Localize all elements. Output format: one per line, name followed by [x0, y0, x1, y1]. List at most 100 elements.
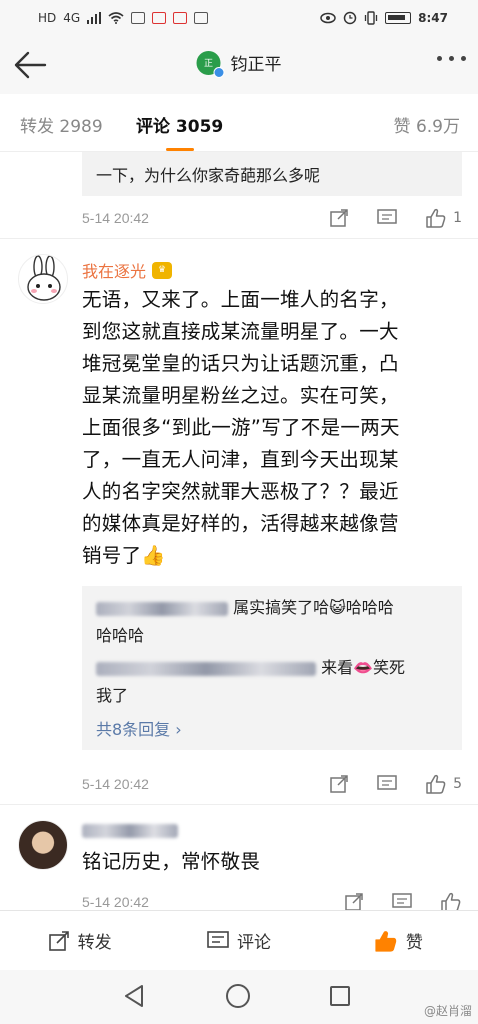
- arrow-left-icon: [14, 51, 47, 79]
- sub-reply-tail: 哈哈哈: [96, 626, 145, 645]
- calendar-notify-icon: [152, 12, 167, 24]
- comment-text: 无语，又来了。上面一堆人的名字， 到您这就直接成某流量明星了。一大 堆冠冕堂皇的…: [82, 284, 466, 572]
- hd-indicator: HD: [38, 11, 57, 25]
- more-dot: [437, 56, 442, 61]
- sub-reply-continuation: 哈哈哈: [96, 622, 448, 650]
- status-left: HD 4G: [38, 11, 209, 25]
- comment-icon: [392, 893, 412, 908]
- battery-icon: [385, 12, 412, 24]
- signal-indicator: 4G: [63, 11, 81, 25]
- like-count: 1: [453, 210, 462, 226]
- more-button[interactable]: [437, 56, 466, 61]
- comment-time: 5-14 20:42: [82, 210, 149, 226]
- divider: [0, 804, 478, 805]
- alarm-icon: [343, 11, 357, 25]
- blurred-username: [82, 824, 178, 838]
- nav-home-icon[interactable]: [226, 984, 250, 1008]
- like-button[interactable]: 赞: [319, 911, 478, 970]
- vibrate-icon: [364, 11, 378, 25]
- comment-line: 堆冠冕堂皇的话只为让话题沉重，凸: [82, 352, 399, 375]
- comment-line: 销号了👍: [82, 544, 166, 567]
- media-notify-icon: [173, 12, 188, 24]
- status-right: 8:47: [320, 11, 448, 25]
- comment-line: 铭记历史，常怀敬畏: [82, 850, 261, 873]
- tab-bar: 转发 2989 评论 3059 赞 6.9万: [0, 94, 478, 152]
- repost-label: 转发: [77, 933, 112, 953]
- share-icon: [345, 893, 363, 910]
- translate-notify-icon: [194, 12, 209, 24]
- like-label: 赞: [405, 933, 423, 953]
- share-icon: [330, 775, 348, 793]
- nav-back-icon[interactable]: [122, 984, 146, 1008]
- crown-badge-icon: ♛: [152, 261, 173, 279]
- app-notify-icon: [131, 12, 146, 24]
- nav-recents-icon[interactable]: [330, 986, 350, 1006]
- signal-bars-icon: [87, 12, 102, 24]
- comment-list: 一下，为什么你家奇葩那么多呢 5-14 20:42 1 我在逐光 ♛ 无语，又来…: [0, 152, 478, 910]
- comment-time: 5-14 20:42: [82, 894, 149, 910]
- comment-text: 铭记历史，常怀敬畏: [82, 846, 466, 878]
- sub-reply: 来看👄笑死: [96, 654, 448, 682]
- back-button[interactable]: [12, 50, 48, 80]
- account-logo: 正: [196, 50, 225, 78]
- eye-icon: [320, 12, 336, 24]
- comment-meta-row: 5-14 20:42: [82, 886, 462, 910]
- comment-time: 5-14 20:42: [82, 776, 149, 792]
- comment-icon: [377, 209, 397, 224]
- blurred-username: [96, 661, 316, 676]
- more-dot: [461, 56, 466, 61]
- username-row[interactable]: 我在逐光 ♛: [82, 258, 173, 282]
- divider: [0, 238, 478, 239]
- more-dot: [449, 56, 454, 61]
- page-title: 钧正平: [230, 55, 282, 75]
- avatar[interactable]: [18, 820, 68, 870]
- username-row[interactable]: [82, 824, 178, 838]
- share-button[interactable]: [329, 774, 349, 794]
- comment-line: 人的名字突然就罪大恶极了？？最近: [82, 480, 399, 503]
- username: 我在逐光: [82, 262, 147, 281]
- previous-reply-box[interactable]: 一下，为什么你家奇葩那么多呢: [82, 152, 462, 196]
- share-icon: [330, 209, 348, 227]
- view-all-replies-link[interactable]: 共8条回复 ›: [96, 716, 448, 740]
- bunny-avatar-icon: [27, 255, 61, 301]
- header-title-group[interactable]: 正 钧正平: [196, 50, 282, 78]
- sub-replies-box[interactable]: 属实搞笑了哈😺哈哈哈 哈哈哈 来看👄笑死 我了 共8条回复 ›: [82, 586, 462, 750]
- blurred-username: [96, 601, 228, 616]
- sub-reply-text: 属实搞笑了哈😺哈哈哈: [233, 598, 394, 617]
- top-header: 正 钧正平: [0, 36, 478, 94]
- comment-icon: [377, 775, 397, 790]
- repost-button[interactable]: 转发: [0, 911, 159, 970]
- bottom-action-bar: 转发 评论 赞: [0, 910, 478, 970]
- tab-like[interactable]: 赞 6.9万: [394, 112, 460, 137]
- previous-reply-text: 一下，为什么你家奇葩那么多呢: [96, 166, 321, 185]
- tab-repost[interactable]: 转发 2989: [20, 112, 103, 137]
- comment-line: 到您这就直接成某流量明星了。一大: [82, 320, 399, 343]
- status-bar: HD 4G 8:47: [0, 0, 478, 36]
- system-nav-bar: @赵肖溜: [0, 970, 478, 1024]
- sub-reply-tail: 我了: [96, 686, 129, 705]
- like-count: 5: [453, 776, 462, 792]
- thumbs-up-icon: [426, 208, 446, 228]
- thumbs-up-icon: [426, 774, 446, 794]
- like-button[interactable]: 5: [425, 774, 462, 794]
- watermark: @赵肖溜: [423, 1004, 472, 1018]
- comment-line: 显某流量明星粉丝之过。实在可笑，: [82, 384, 399, 407]
- comment-button[interactable]: 评论: [159, 911, 318, 970]
- comment-line: 的媒体真是好样的，活得越来越像营: [82, 512, 399, 535]
- reply-button[interactable]: [377, 775, 397, 793]
- wifi-icon: [108, 12, 124, 24]
- repost-icon: [48, 930, 69, 951]
- tab-comment[interactable]: 评论 3059: [136, 112, 223, 137]
- comment-line: 上面很多“到此一游”写了不是一两天: [82, 416, 400, 439]
- share-button[interactable]: [344, 892, 364, 910]
- avatar[interactable]: [18, 254, 68, 304]
- like-button[interactable]: [440, 892, 462, 910]
- comment-line: 无语，又来了。上面一堆人的名字，: [82, 288, 399, 311]
- reply-button[interactable]: [392, 893, 412, 910]
- comment-icon: [207, 930, 229, 948]
- comment-label: 评论: [236, 933, 271, 953]
- share-button[interactable]: [329, 208, 349, 228]
- like-button[interactable]: 1: [425, 208, 462, 228]
- clock: 8:47: [418, 11, 448, 25]
- reply-button[interactable]: [377, 209, 397, 227]
